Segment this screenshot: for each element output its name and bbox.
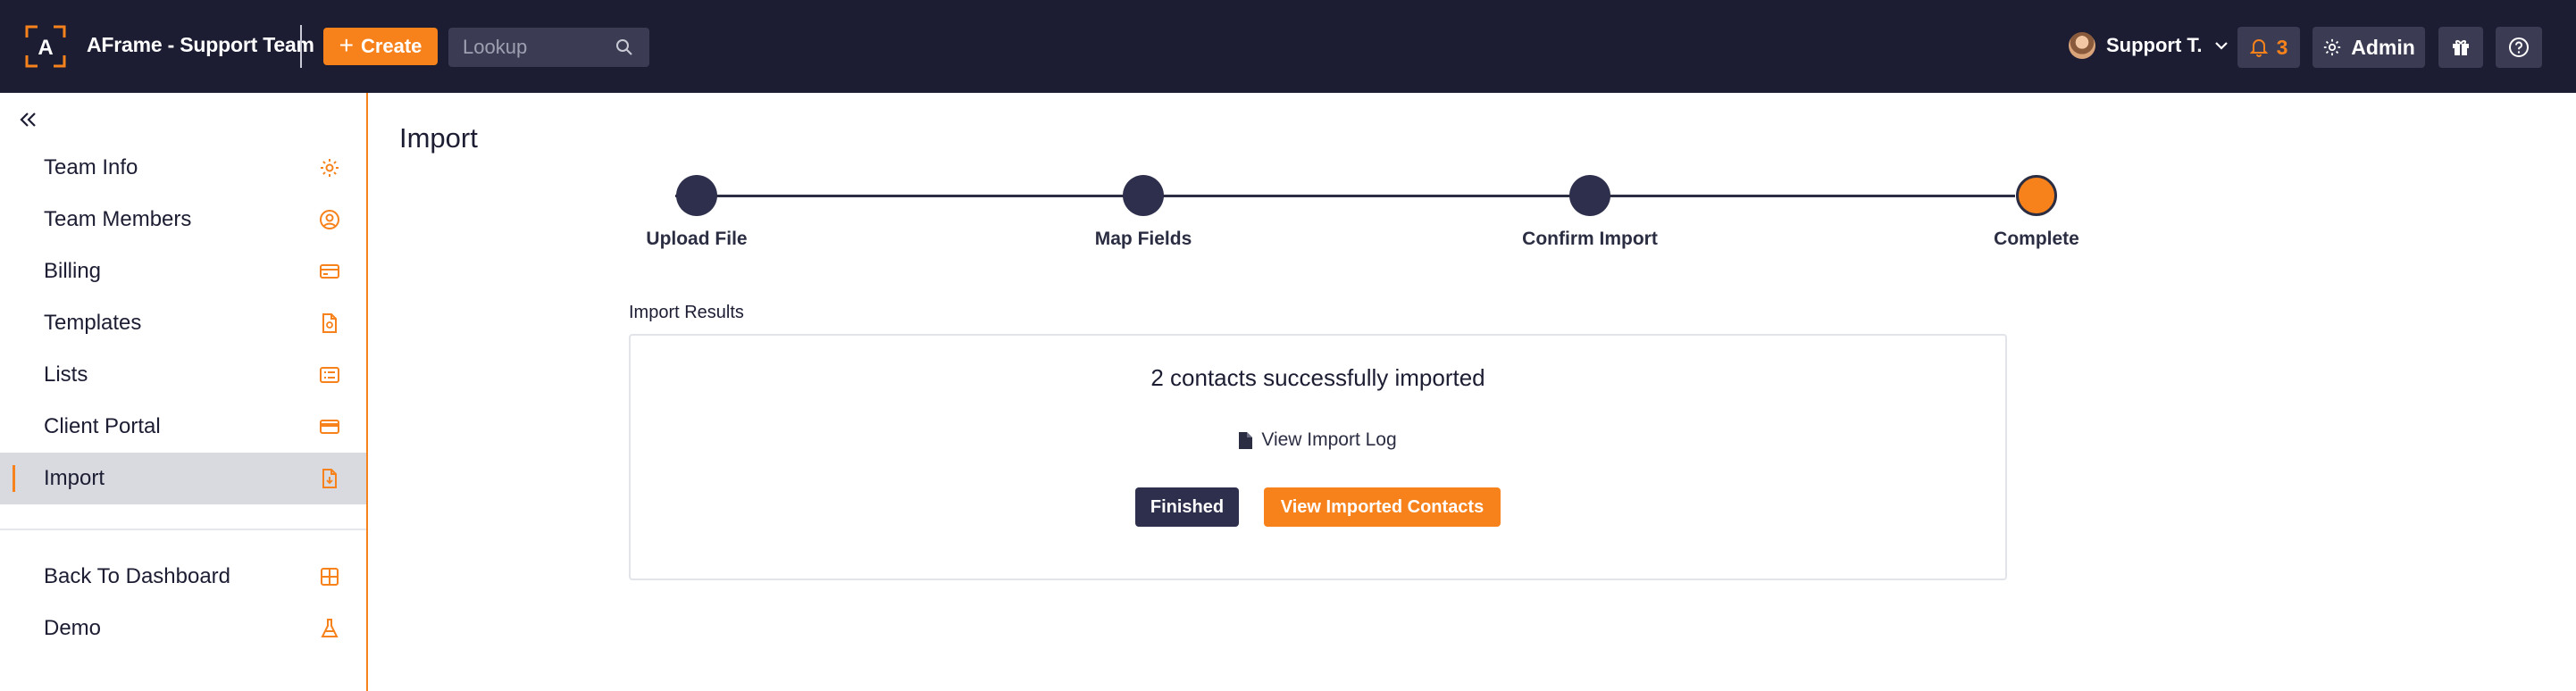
stepper-line [675,195,2015,197]
sidebar-divider [0,529,366,530]
file-icon [1239,431,1253,449]
sidebar-item-label: Team Members [44,207,192,231]
step-upload-file: Upload File [607,171,786,250]
sidebar-item-label: Demo [44,616,102,640]
list-icon [320,367,339,383]
top-bar: A AFrame - Support Team + Create Support… [0,0,2576,93]
help-icon [2509,37,2529,57]
credit-card-icon [320,264,339,279]
sidebar-item-label: Client Portal [44,414,161,438]
step-dot [1123,175,1164,216]
finished-button[interactable]: Finished [1135,487,1239,527]
sidebar-item-label: Lists [44,362,88,387]
admin-label: Admin [2351,35,2415,59]
gear-icon [321,159,339,177]
step-confirm-import: Confirm Import [1501,171,1679,250]
sidebar-item-label: Team Info [44,155,138,179]
user-circle-icon [320,210,339,229]
gift-icon [2453,40,2469,55]
flask-icon [321,619,339,637]
lookup-search[interactable] [448,28,649,67]
sidebar-item-label: Billing [44,259,102,283]
gear-icon [2324,38,2341,56]
header-divider [300,25,302,68]
step-label: Map Fields [1094,229,1192,249]
import-stepper: Upload File Map Fields Confirm Import Co… [629,171,2079,252]
sidebar-item-billing[interactable]: Billing [0,246,366,297]
step-dot [676,175,717,216]
step-dot [1569,175,1610,216]
result-actions: Finished View Imported Contacts [631,487,2005,527]
import-file-icon [322,469,337,488]
sidebar-item-team-info[interactable]: Team Info [0,142,366,194]
dashboard-grid-icon [321,568,339,586]
import-results-panel: 2 contacts successfully imported View Im… [629,334,2007,580]
gift-button[interactable] [2438,27,2483,68]
sidebar-item-label: Back To Dashboard [44,564,231,588]
sidebar-item-back-to-dashboard[interactable]: Back To Dashboard [0,551,366,603]
svg-text:A: A [38,36,53,60]
view-import-log-link[interactable]: View Import Log [631,429,2005,451]
step-map-fields: Map Fields [1054,171,1233,250]
sidebar-item-demo[interactable]: Demo [0,603,366,654]
step-label: Upload File [646,229,748,249]
step-dot [2016,175,2057,216]
document-icon [322,313,337,333]
bell-icon [2249,39,2268,57]
chevron-down-icon [2214,42,2228,50]
sidebar: Team Info Team Members Billing Templates [0,93,368,691]
admin-button[interactable]: Admin [2313,27,2425,68]
search-icon[interactable] [615,38,633,56]
user-menu[interactable]: Support T. [2069,32,2229,59]
import-results-label: Import Results [629,303,744,322]
sidebar-item-import[interactable]: Import [0,453,366,504]
collapse-sidebar-icon[interactable] [18,109,39,130]
team-name[interactable]: AFrame - Support Team [87,33,314,57]
notification-count: 3 [2276,35,2288,59]
view-import-log-label: View Import Log [1261,429,1397,450]
step-label: Confirm Import [1522,229,1658,249]
notifications-button[interactable]: 3 [2237,27,2300,68]
help-button[interactable] [2496,27,2542,68]
success-message: 2 contacts successfully imported [1150,364,1485,391]
sidebar-item-team-members[interactable]: Team Members [0,194,366,246]
step-label: Complete [1994,229,2079,249]
sidebar-item-templates[interactable]: Templates [0,297,366,349]
sidebar-item-lists[interactable]: Lists [0,349,366,401]
user-name: Support T. [2106,34,2203,56]
create-button[interactable]: + Create [323,28,438,65]
sidebar-item-client-portal[interactable]: Client Portal [0,401,366,453]
sidebar-item-label: Import [44,466,105,490]
sidebar-item-label: Templates [44,311,142,335]
portal-card-icon [320,420,339,434]
avatar [2069,32,2095,59]
page-title: Import [399,122,478,154]
lookup-input[interactable] [463,36,606,59]
view-imported-contacts-button[interactable]: View Imported Contacts [1264,487,1501,527]
step-complete: Complete [1947,171,2126,250]
aframe-logo-icon[interactable]: A [25,25,66,68]
plus-icon: + [339,30,354,59]
create-button-label: Create [360,35,422,57]
